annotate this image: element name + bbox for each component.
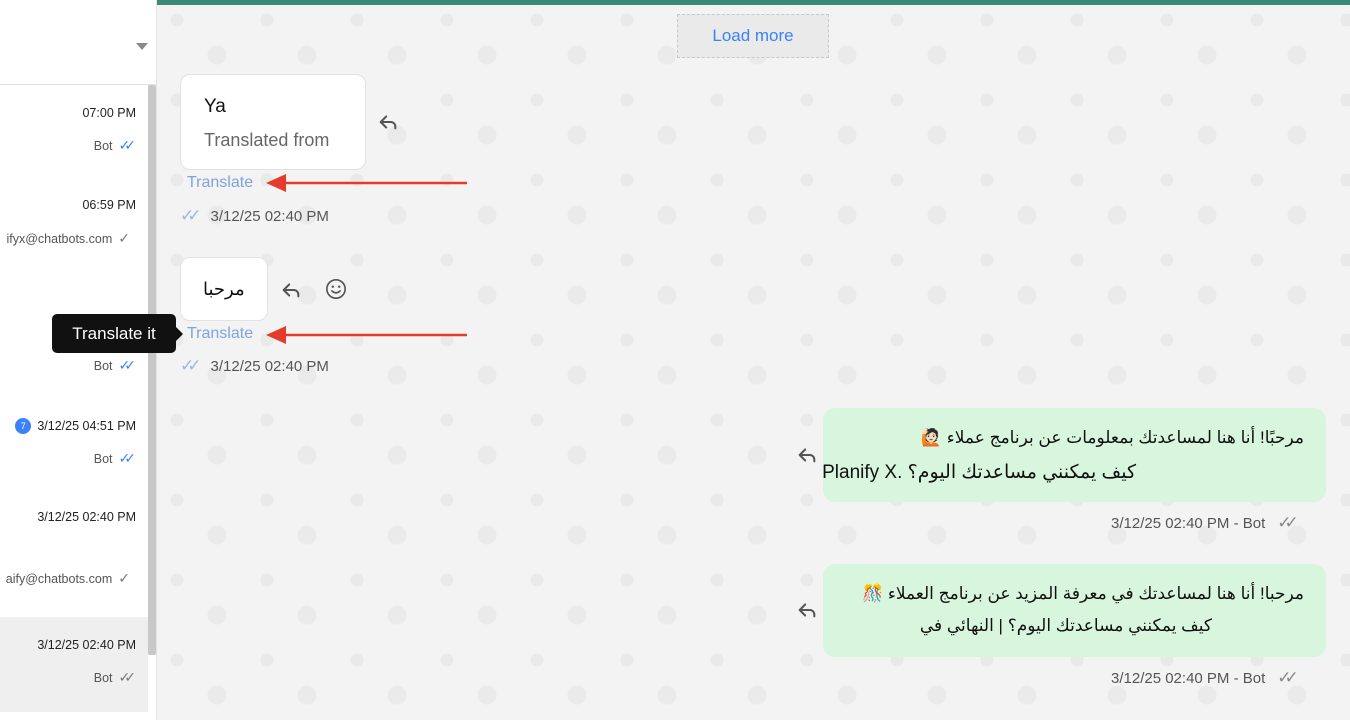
message-bubble-incoming[interactable] <box>180 74 366 170</box>
chevron-down-icon[interactable] <box>136 43 148 50</box>
chat-list-item[interactable]: 06:59 PM ifyx@chatbots.com ✓ <box>0 178 148 273</box>
double-check-icon: ✓✓ <box>180 356 201 375</box>
check-icon: ✓ <box>118 570 130 586</box>
annotation-arrow <box>266 174 467 192</box>
translate-tooltip: Translate it <box>52 314 183 353</box>
translated-from-label: Translated from <box>204 130 330 150</box>
chat-item-sender: Bot <box>93 670 113 685</box>
reply-icon[interactable] <box>377 111 399 133</box>
emoji-reaction-icon[interactable] <box>325 278 347 300</box>
double-check-icon: ✓✓ <box>1277 513 1298 532</box>
unread-badge: 7 <box>15 418 32 434</box>
double-check-icon: ✓✓ <box>118 669 137 685</box>
chat-list-item[interactable]: 07:00 PM Bot ✓✓ <box>0 86 148 178</box>
message-timestamp: 3/12/25 02:40 PM <box>210 357 329 375</box>
message-text-line: مرحبًا! أنا هنا لمساعدتك بمعلومات عن برن… <box>920 428 1304 447</box>
check-icon: ✓ <box>118 230 130 246</box>
reply-icon[interactable] <box>280 279 302 301</box>
chat-item-time: 3/12/25 04:51 PM <box>37 419 136 433</box>
message-bubble-outgoing[interactable]: مرحبًا! أنا هنا لمساعدتك بمعلومات عن برن… <box>822 408 1326 502</box>
chat-item-time: 3/12/25 02:40 PM <box>37 638 136 652</box>
chat-item-time: 3/12/25 02:40 PM <box>37 510 136 524</box>
message-meta: 3/12/25 02:40 PM - Bot <box>1111 514 1266 532</box>
message-text: Ya <box>204 96 226 117</box>
message-timestamp: 3/12/25 02:40 PM <box>210 207 329 225</box>
reply-icon[interactable] <box>796 599 818 621</box>
chat-list-sidebar: 07:00 PM Bot ✓✓ 06:59 PM ifyx@chatbots.c… <box>0 0 157 720</box>
accent-bar <box>157 0 1350 5</box>
chat-item-sender: Bot <box>93 138 113 153</box>
double-check-icon: ✓✓ <box>1277 668 1298 687</box>
chat-item-sender: ifyx@chatbots.com <box>6 231 113 246</box>
double-check-icon: ✓✓ <box>118 357 137 373</box>
chat-list-item[interactable]: 3/12/25 02:40 PM aify@chatbots.com ✓ <box>0 490 148 617</box>
chat-item-time: 07:00 PM <box>82 106 136 120</box>
chat-item-time: 06:59 PM <box>82 198 136 212</box>
message-meta: 3/12/25 02:40 PM - Bot <box>1111 669 1266 687</box>
message-text-line: كيف يمكنني مساعدتك اليوم؟ .Planify X <box>822 462 1136 483</box>
double-check-icon: ✓✓ <box>118 137 137 153</box>
scrollbar-thumb[interactable] <box>148 85 156 655</box>
message-text-line: مرحبا! أنا هنا لمساعدتك في معرفة المزيد … <box>861 584 1304 603</box>
chat-list-item[interactable]: 7 3/12/25 04:51 PM Bot ✓✓ <box>0 390 148 490</box>
double-check-icon: ✓✓ <box>180 206 201 225</box>
chat-list-item[interactable]: 3/12/25 02:40 PM Bot ✓✓ <box>0 617 148 712</box>
double-check-icon: ✓✓ <box>118 450 137 466</box>
reply-icon[interactable] <box>796 444 818 466</box>
translate-link[interactable]: Translate <box>187 325 253 343</box>
message-text-line: كيف يمكنني مساعدتك اليوم؟ | النهائي في <box>919 616 1212 635</box>
message-text: مرحبا <box>203 279 245 299</box>
chat-item-sender: Bot <box>93 451 113 466</box>
sidebar-filter[interactable] <box>0 5 156 85</box>
load-more-button[interactable]: Load more <box>677 14 829 58</box>
message-bubble-outgoing[interactable]: مرحبا! أنا هنا لمساعدتك في معرفة المزيد … <box>823 564 1326 657</box>
chat-item-sender: Bot <box>93 358 113 373</box>
translate-link[interactable]: Translate <box>187 174 253 192</box>
annotation-arrow <box>266 326 467 344</box>
chat-item-sender: aify@chatbots.com <box>5 571 113 586</box>
